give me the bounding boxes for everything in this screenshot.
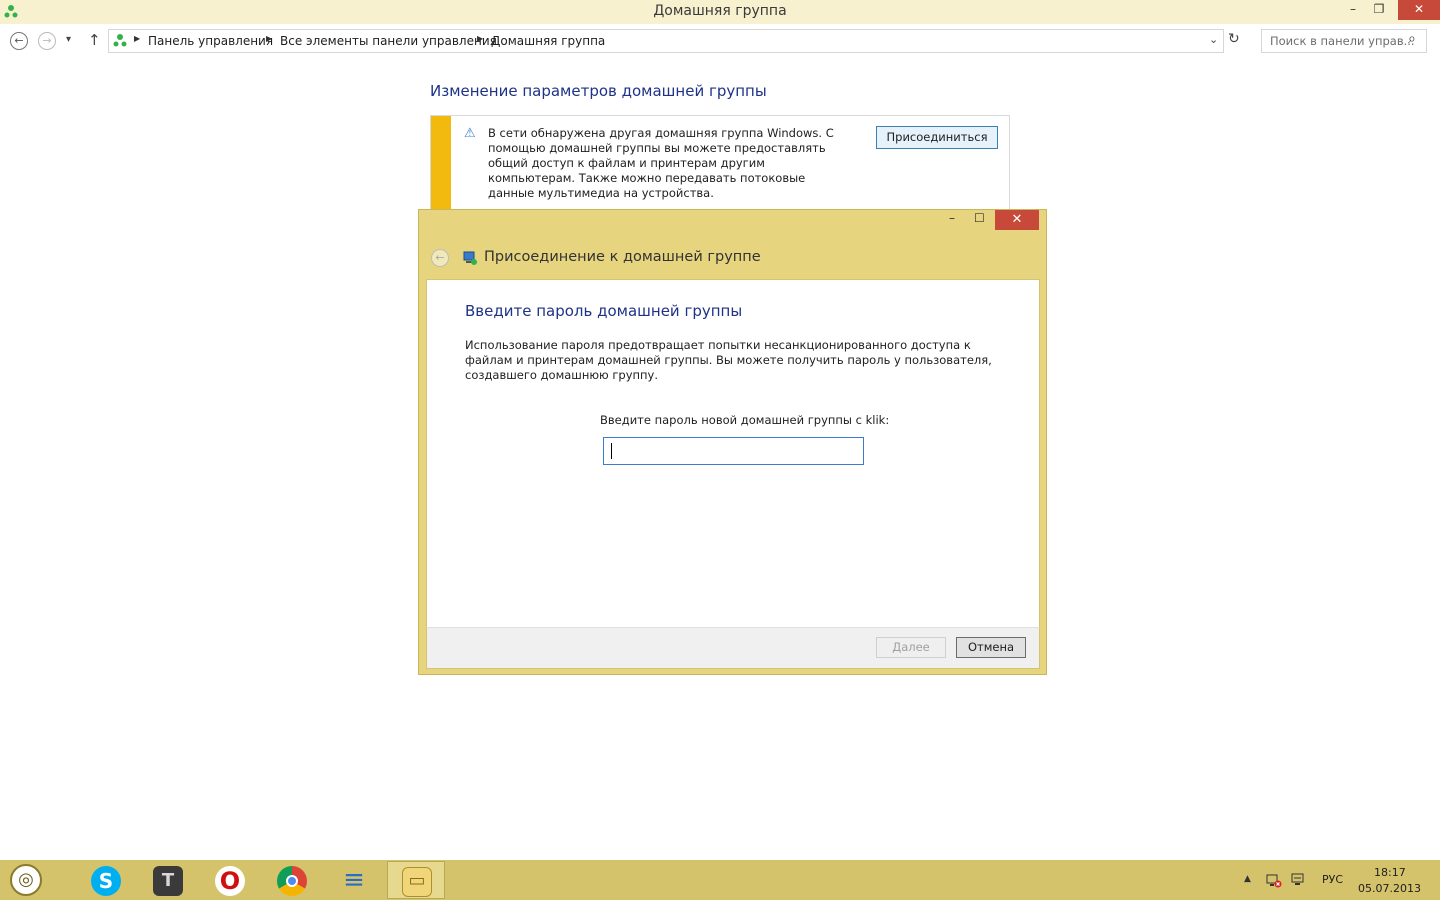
- restore-button[interactable]: ❐: [1364, 0, 1394, 20]
- window-titlebar: Домашняя группа – ❐ ✕: [0, 0, 1440, 24]
- window-title: Домашняя группа: [653, 3, 787, 19]
- taskbar-app-control-panel[interactable]: ≡: [325, 861, 383, 899]
- dialog-heading: Введите пароль домашней группы: [465, 302, 743, 320]
- dialog-close-button[interactable]: ✕: [995, 210, 1039, 230]
- page-title: Изменение параметров домашней группы: [430, 82, 767, 100]
- opera-icon: O: [215, 866, 245, 896]
- text-caret: [611, 443, 612, 459]
- chrome-icon: [277, 866, 307, 896]
- skype-icon: S: [91, 866, 121, 896]
- file-explorer-icon: ▭: [402, 867, 432, 897]
- search-placeholder: Поиск в панели управ...: [1270, 34, 1415, 48]
- password-input[interactable]: [603, 437, 864, 465]
- breadcrumb-separator-icon[interactable]: ▶: [134, 34, 140, 43]
- search-input[interactable]: Поиск в панели управ... ⌕: [1261, 29, 1427, 53]
- dialog-back-button[interactable]: ←: [431, 249, 449, 267]
- next-button[interactable]: Далее: [876, 637, 946, 658]
- control-panel-app-icon: ≡: [343, 865, 365, 895]
- dialog-content: Введите пароль домашней группы Использов…: [426, 279, 1040, 629]
- notice-text: В сети обнаружена другая домашняя группа…: [488, 126, 834, 200]
- breadcrumb-separator-icon[interactable]: ▶: [266, 34, 272, 43]
- close-button[interactable]: ✕: [1398, 0, 1440, 20]
- address-dropdown-icon[interactable]: ⌄: [1209, 33, 1218, 46]
- taskbar-app-opera[interactable]: O: [201, 861, 259, 899]
- join-button[interactable]: Присоединиться: [876, 126, 998, 149]
- start-button[interactable]: ◎: [10, 864, 42, 896]
- homegroup-location-icon: [113, 33, 127, 47]
- network-error-icon[interactable]: [1266, 872, 1282, 888]
- breadcrumb-control-panel[interactable]: Панель управления: [148, 34, 273, 48]
- system-tray: ▲ РУС 18:17 05.07.2013: [1234, 860, 1440, 900]
- breadcrumb-separator-icon[interactable]: ▶: [477, 34, 483, 43]
- taskbar-app-world-of-tanks[interactable]: T: [139, 861, 197, 899]
- dialog-footer: Далее Отмена: [426, 627, 1040, 669]
- recent-locations-button[interactable]: ▾: [66, 34, 71, 45]
- clock-date[interactable]: 05.07.2013: [1358, 882, 1421, 895]
- dialog-minimize-button[interactable]: –: [949, 211, 955, 225]
- show-hidden-icons-button[interactable]: ▲: [1244, 874, 1251, 884]
- taskbar-app-chrome[interactable]: [263, 861, 321, 899]
- warning-icon: ⚠: [464, 126, 476, 141]
- network-wizard-icon: [462, 250, 478, 266]
- taskbar-app-file-explorer[interactable]: ▭: [387, 861, 445, 899]
- refresh-button[interactable]: ↻: [1228, 31, 1240, 47]
- world-of-tanks-icon: T: [153, 866, 183, 896]
- cancel-button[interactable]: Отмена: [956, 637, 1026, 658]
- password-label: Введите пароль новой домашней группы с k…: [600, 413, 890, 427]
- dialog-title: Присоединение к домашней группе: [484, 249, 761, 265]
- search-icon[interactable]: ⌕: [1408, 31, 1416, 47]
- up-button[interactable]: ↑: [88, 31, 101, 49]
- taskbar: ◎ S T O ≡ ▭ ▲ РУС 18:17 05.07.2013: [0, 860, 1440, 900]
- homegroup-notice: ⚠ В сети обнаружена другая домашняя груп…: [430, 115, 1010, 217]
- join-homegroup-dialog: – ☐ ✕ ← Присоединение к домашней группе …: [418, 209, 1047, 675]
- breadcrumb-all-items[interactable]: Все элементы панели управления: [280, 34, 497, 48]
- clock-time[interactable]: 18:17: [1374, 866, 1406, 879]
- dialog-description: Использование пароля предотвращает попыт…: [465, 338, 992, 382]
- address-bar[interactable]: ▶ Панель управления ▶ Все элементы панел…: [108, 29, 1224, 53]
- breadcrumb-homegroup[interactable]: Домашняя группа: [491, 34, 605, 48]
- taskbar-app-skype[interactable]: S: [77, 861, 135, 899]
- back-button[interactable]: ←: [10, 32, 28, 50]
- language-indicator[interactable]: РУС: [1322, 873, 1343, 886]
- dialog-maximize-button[interactable]: ☐: [974, 211, 985, 225]
- notice-stripe: [431, 116, 451, 216]
- forward-button[interactable]: →: [38, 32, 56, 50]
- action-center-icon[interactable]: [1290, 872, 1306, 888]
